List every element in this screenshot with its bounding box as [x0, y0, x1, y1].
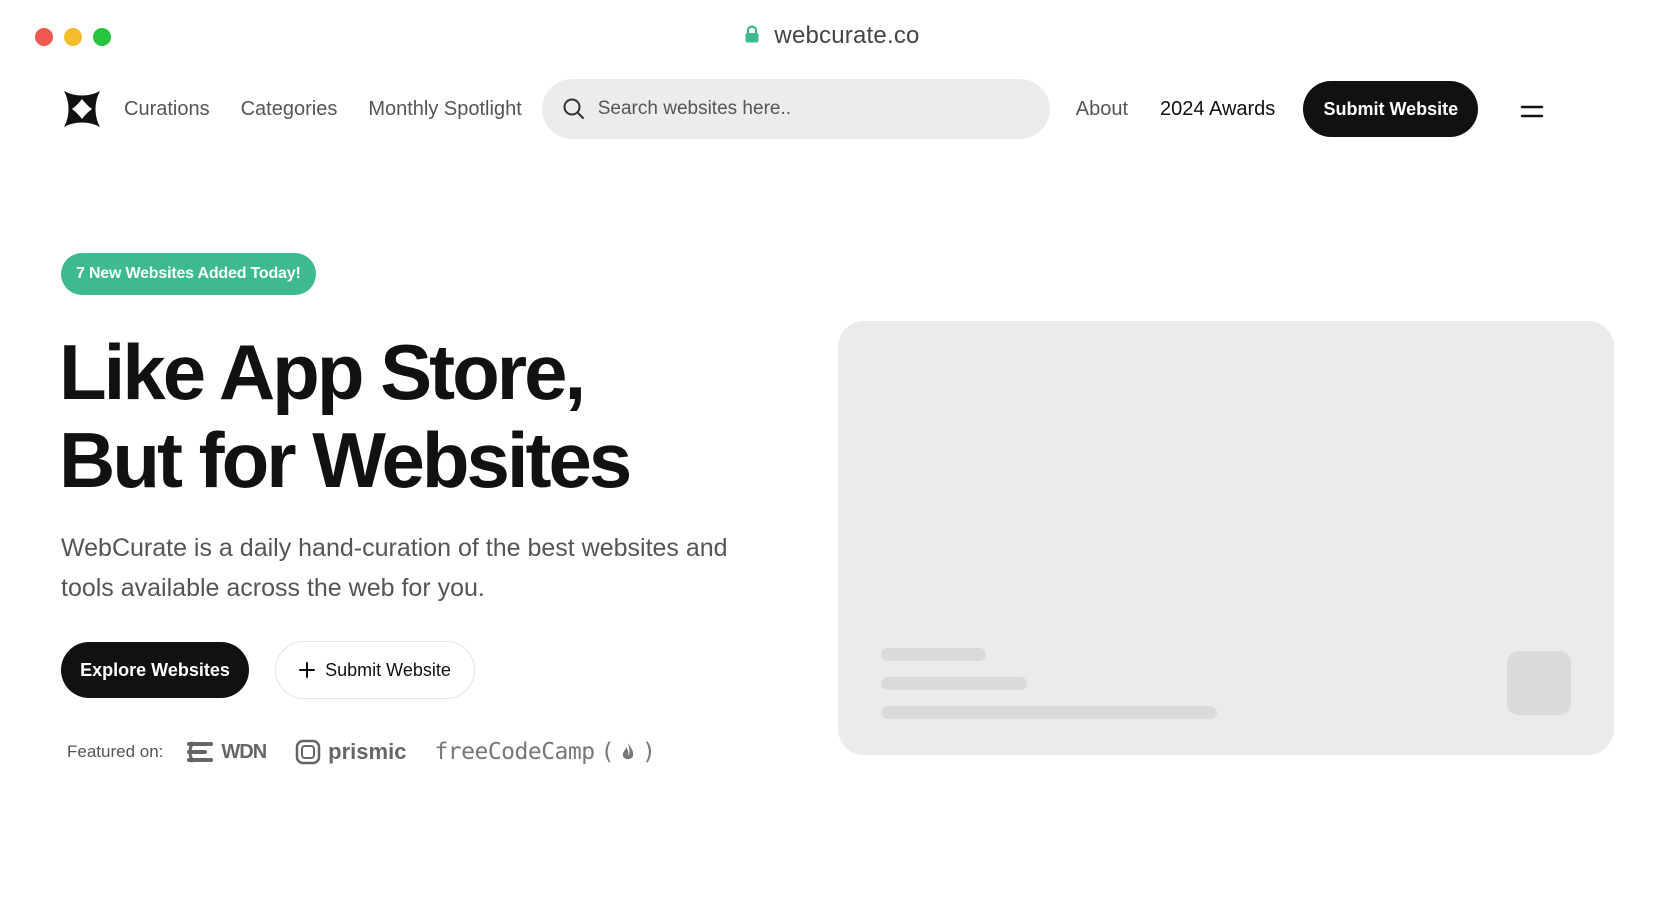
skeleton-line [881, 677, 1027, 690]
featured-on-label: Featured on: [67, 742, 164, 761]
lock-icon [745, 25, 759, 43]
browser-chrome: webcurate.co [0, 0, 1664, 70]
freecodecamp-logo-text: freeCodeCamp [434, 739, 595, 765]
plus-icon [299, 662, 316, 678]
headline-line-2: But for Websites [59, 416, 632, 504]
hero-submit-website-button[interactable]: Submit Website [275, 641, 475, 699]
search-bar[interactable] [541, 79, 1050, 139]
prismic-logo-icon [295, 739, 321, 765]
featured-brand-freecodecamp: freeCodeCamp ( ) [434, 739, 656, 765]
freecodecamp-flame-icon [622, 743, 634, 759]
hero-headline: Like App Store, But for Websites [59, 328, 779, 504]
skeleton-thumbnail [1507, 651, 1571, 715]
url-text: webcurate.co [774, 22, 920, 49]
featured-website-preview-card[interactable] [838, 321, 1614, 755]
menu-icon[interactable] [1520, 104, 1544, 120]
nav-submit-website-button[interactable]: Submit Website [1303, 81, 1479, 137]
hero-submit-website-label: Submit Website [325, 659, 451, 680]
nav-link-about[interactable]: About [1076, 98, 1128, 121]
nav-link-monthly-spotlight[interactable]: Monthly Spotlight [368, 98, 521, 121]
nav-link-2024-awards[interactable]: 2024 Awards [1160, 98, 1275, 121]
wdn-logo-icon [187, 741, 214, 763]
new-websites-badge: 7 New Websites Added Today! [61, 253, 316, 295]
search-icon [563, 98, 584, 119]
headline-line-1: Like App Store, [59, 328, 586, 416]
featured-brand-wdn: WDN [185, 739, 267, 765]
nav-link-curations[interactable]: Curations [124, 98, 210, 121]
address-bar[interactable]: webcurate.co [0, 22, 1664, 50]
nav-link-categories[interactable]: Categories [241, 98, 338, 121]
hero-subtitle: WebCurate is a daily hand-curation of th… [61, 534, 728, 602]
skeleton-line [881, 648, 986, 661]
skeleton-line [881, 706, 1217, 719]
main-navigation: Curations Categories Monthly Spotlight A… [62, 79, 1602, 139]
hero-actions: Explore Websites Submit Website [61, 641, 475, 699]
wdn-logo-text: WDN [221, 740, 267, 763]
webcurate-logo[interactable] [62, 89, 102, 129]
explore-websites-button[interactable]: Explore Websites [61, 642, 249, 698]
featured-brand-prismic: prismic [294, 738, 406, 766]
search-input[interactable] [597, 98, 1018, 120]
prismic-logo-text: prismic [328, 739, 407, 764]
featured-on: Featured on: WDN prismic freeCodeCamp ( … [67, 738, 683, 766]
